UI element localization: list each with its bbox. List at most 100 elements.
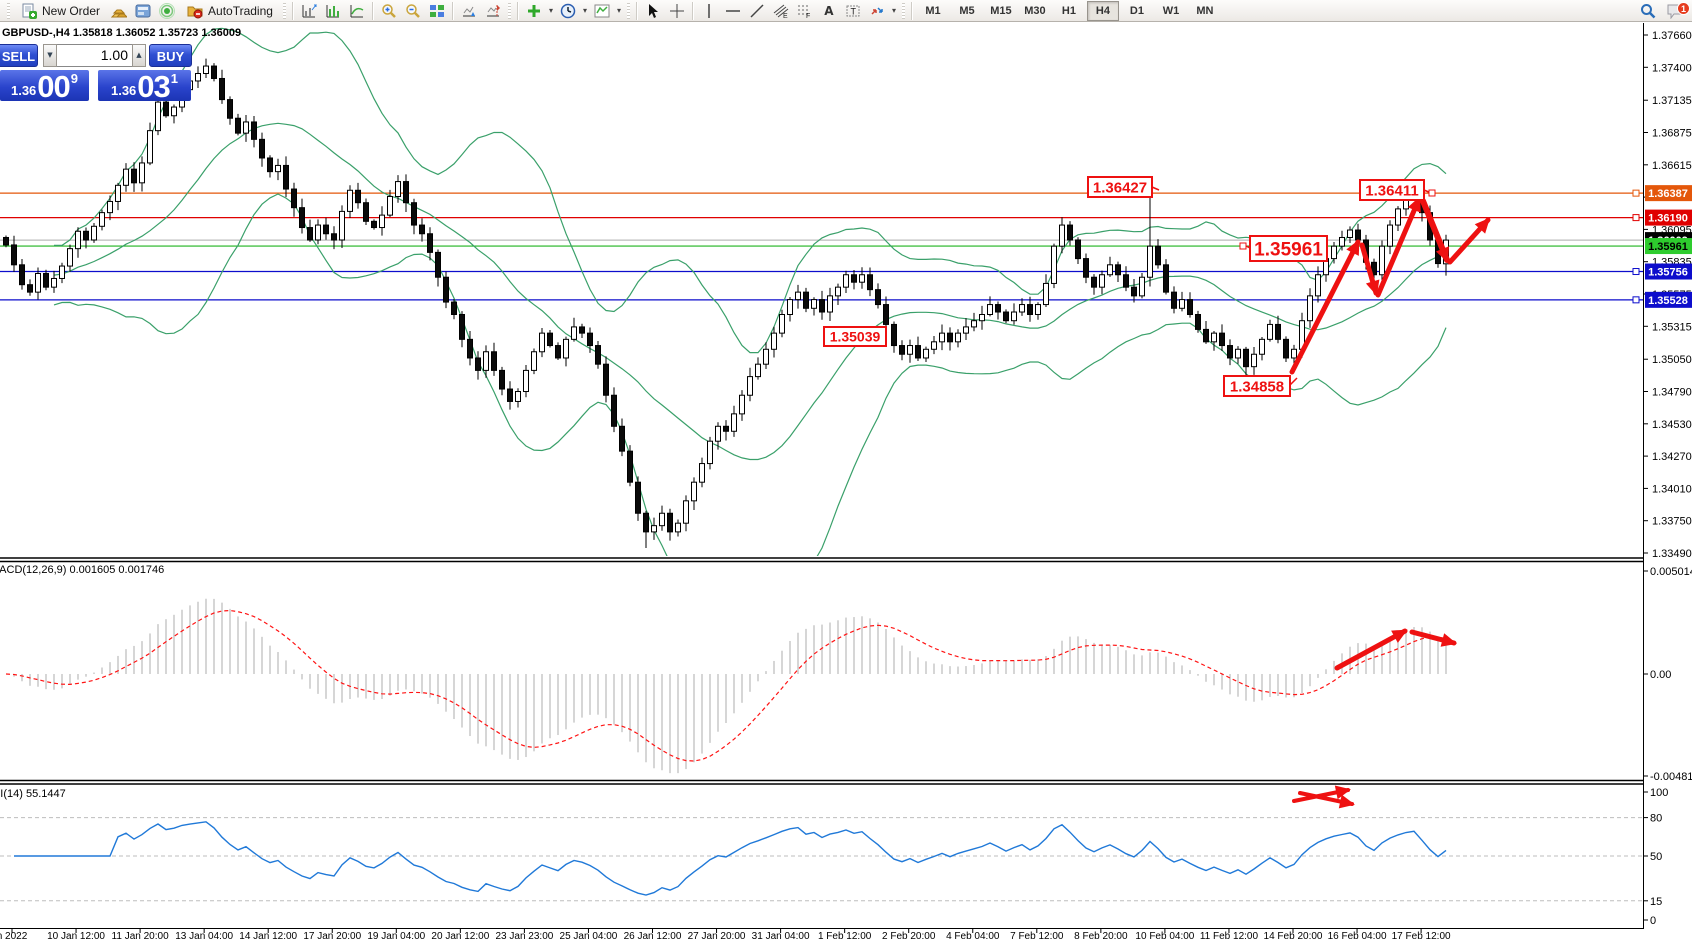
svg-text:50: 50 (1650, 851, 1662, 863)
svg-text:1.33750: 1.33750 (1652, 516, 1692, 528)
indicator-list-icon[interactable] (297, 1, 321, 21)
signal-icon[interactable] (155, 1, 179, 21)
svg-text:1.37135: 1.37135 (1652, 95, 1692, 107)
svg-text:1.33490: 1.33490 (1652, 548, 1692, 560)
trendline-tool-icon[interactable] (745, 1, 769, 21)
timeframe-button-m1[interactable]: M1 (917, 1, 949, 21)
svg-text:1.36615: 1.36615 (1652, 160, 1692, 172)
autotrading-icon (186, 1, 204, 21)
volume-input[interactable] (57, 44, 132, 67)
tile-windows-icon[interactable] (425, 1, 449, 21)
template-caret[interactable]: ▾ (614, 6, 624, 15)
notification-badge[interactable]: 1 (1677, 2, 1690, 15)
svg-text:1.36190: 1.36190 (1648, 213, 1688, 225)
svg-text:4 Feb 04:00: 4 Feb 04:00 (946, 931, 1000, 941)
svg-text:19 Jan 04:00: 19 Jan 04:00 (367, 931, 425, 941)
zoom-in-icon[interactable] (377, 1, 401, 21)
timeframe-button-h4[interactable]: H4 (1087, 1, 1119, 21)
svg-text:0.00: 0.00 (1650, 669, 1671, 681)
timeframe-button-mn[interactable]: MN (1189, 1, 1221, 21)
volume-up-button[interactable]: ▲ (132, 44, 146, 67)
svg-text:1.35961: 1.35961 (1254, 239, 1323, 260)
timeframe-button-m5[interactable]: M5 (951, 1, 983, 21)
sell-price-display[interactable]: 1.36 00 9 (0, 70, 89, 101)
svg-text:1.34010: 1.34010 (1652, 483, 1692, 495)
svg-text:13 Jan 04:00: 13 Jan 04:00 (175, 931, 233, 941)
cursor-tool-icon[interactable] (641, 1, 665, 21)
svg-text:20 Jan 12:00: 20 Jan 12:00 (431, 931, 489, 941)
sell-price-big: 00 (37, 72, 69, 101)
indicator-window-icon[interactable] (321, 1, 345, 21)
chat-icon[interactable]: 1 (1660, 1, 1690, 21)
timeframe-button-m15[interactable]: M15 (985, 1, 1017, 21)
svg-text:1.34270: 1.34270 (1652, 451, 1692, 463)
sell-button[interactable]: SELL (0, 44, 38, 67)
new-order-icon (20, 1, 38, 21)
buy-price-prefix: 1.36 (111, 83, 136, 98)
svg-text:15: 15 (1650, 896, 1662, 908)
terminal-window-icon[interactable] (131, 1, 155, 21)
period-clock-icon[interactable] (556, 1, 580, 21)
svg-text:1.36387: 1.36387 (1648, 188, 1688, 200)
svg-text:1 Feb 12:00: 1 Feb 12:00 (818, 931, 872, 941)
channel-tool-icon[interactable]: E (769, 1, 793, 21)
sell-price-pip: 9 (71, 71, 78, 86)
svg-text:1.35528: 1.35528 (1648, 295, 1688, 307)
chart-canvas[interactable]: 1.376601.374001.371351.368751.366151.363… (0, 0, 1692, 941)
auto-scroll-icon[interactable] (457, 1, 481, 21)
svg-text:1.35961: 1.35961 (1648, 241, 1688, 253)
deposit-icon[interactable] (107, 1, 131, 21)
toolbar-grip (7, 3, 10, 19)
svg-text:1.36427: 1.36427 (1093, 179, 1147, 196)
arrows-tool-caret[interactable]: ▾ (889, 6, 899, 15)
svg-text:10 Jan 12:00: 10 Jan 12:00 (47, 931, 105, 941)
indicator-line-icon[interactable] (345, 1, 369, 21)
svg-text:1.35315: 1.35315 (1652, 321, 1692, 333)
vertical-line-tool-icon[interactable] (697, 1, 721, 21)
svg-text:MACD(12,26,9) 0.001605 0.00174: MACD(12,26,9) 0.001605 0.001746 (0, 564, 164, 576)
template-icon[interactable] (590, 1, 614, 21)
add-indicator-icon[interactable] (522, 1, 546, 21)
autotrading-button[interactable]: AutoTrading (179, 1, 280, 21)
svg-text:8 Feb 20:00: 8 Feb 20:00 (1074, 931, 1128, 941)
buy-price-pip: 1 (171, 71, 178, 86)
timeframe-button-d1[interactable]: D1 (1121, 1, 1153, 21)
sell-price-prefix: 1.36 (11, 83, 36, 98)
buy-price-big: 03 (137, 72, 169, 101)
svg-text:T: T (850, 6, 856, 16)
new-order-button[interactable]: New Order (13, 1, 107, 21)
horizontal-line-tool-icon[interactable] (721, 1, 745, 21)
volume-down-button[interactable]: ▼ (43, 44, 57, 67)
svg-text:100: 100 (1650, 787, 1668, 799)
svg-text:E: E (783, 13, 788, 19)
timeframe-button-w1[interactable]: W1 (1155, 1, 1187, 21)
new-order-label: New Order (42, 4, 100, 18)
chart-shift-icon[interactable] (481, 1, 505, 21)
svg-text:25 Jan 04:00: 25 Jan 04:00 (560, 931, 618, 941)
crosshair-tool-icon[interactable] (665, 1, 689, 21)
text-tool-icon[interactable]: A (817, 1, 841, 21)
add-indicator-caret[interactable]: ▾ (546, 6, 556, 15)
svg-text:1.34530: 1.34530 (1652, 419, 1692, 431)
zoom-out-icon[interactable] (401, 1, 425, 21)
svg-text:RSI(14) 55.1447: RSI(14) 55.1447 (0, 788, 66, 800)
arrows-tool-icon[interactable] (865, 1, 889, 21)
search-icon[interactable] (1636, 1, 1660, 21)
fibonacci-tool-icon[interactable]: F (793, 1, 817, 21)
svg-text:11 Jan 20:00: 11 Jan 20:00 (112, 931, 170, 941)
svg-text:17 Feb 12:00: 17 Feb 12:00 (1392, 931, 1451, 941)
svg-text:27 Jan 20:00: 27 Jan 20:00 (688, 931, 746, 941)
svg-text:1.36875: 1.36875 (1652, 128, 1692, 140)
svg-text:1.36411: 1.36411 (1365, 182, 1418, 199)
svg-text:0: 0 (1650, 915, 1656, 927)
timeframe-button-h1[interactable]: H1 (1053, 1, 1085, 21)
svg-text:31 Jan 04:00: 31 Jan 04:00 (752, 931, 810, 941)
svg-text:10 Feb 04:00: 10 Feb 04:00 (1135, 931, 1194, 941)
svg-text:16 Feb 04:00: 16 Feb 04:00 (1328, 931, 1387, 941)
svg-text:1.34790: 1.34790 (1652, 387, 1692, 399)
buy-price-display[interactable]: 1.36 03 1 (98, 70, 191, 101)
label-tool-icon[interactable]: T (841, 1, 865, 21)
period-caret[interactable]: ▾ (580, 6, 590, 15)
buy-button[interactable]: BUY (149, 44, 192, 67)
timeframe-button-m30[interactable]: M30 (1019, 1, 1051, 21)
